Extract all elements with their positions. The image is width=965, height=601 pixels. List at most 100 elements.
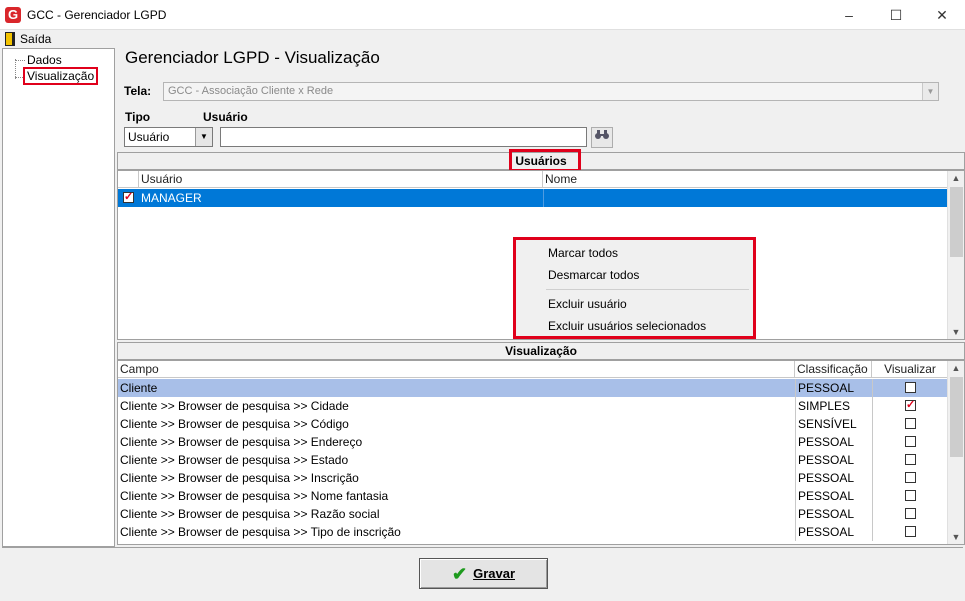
visualizar-cell: ✓ bbox=[872, 397, 948, 415]
table-row[interactable]: ✓ MANAGER bbox=[118, 189, 947, 207]
navigation-tree: Dados Visualização bbox=[2, 48, 115, 547]
visualizar-checkbox[interactable] bbox=[905, 382, 916, 393]
classificacao-cell: PESSOAL bbox=[795, 487, 872, 505]
scroll-up-icon[interactable]: ▲ bbox=[948, 361, 964, 375]
campo-cell: Cliente >> Browser de pesquisa >> Tipo d… bbox=[120, 525, 401, 539]
menu-separator bbox=[546, 289, 749, 290]
visualizar-checkbox[interactable] bbox=[905, 490, 916, 501]
tree-connector bbox=[15, 60, 25, 61]
visualizar-cell bbox=[872, 523, 948, 541]
menu-item-excluir-usuario[interactable]: Excluir usuário bbox=[548, 297, 627, 311]
tree-item-visualizacao[interactable]: Visualização bbox=[22, 67, 99, 85]
scroll-up-icon[interactable]: ▲ bbox=[948, 171, 964, 185]
visualizar-cell bbox=[872, 505, 948, 523]
tela-select: GCC - Associação Cliente x Rede ▼ bbox=[163, 82, 939, 101]
title-bar: G GCC - Gerenciador LGPD – ☐ ✕ bbox=[0, 0, 965, 30]
save-button[interactable]: ✔ Gravar bbox=[419, 558, 548, 589]
tree-connector bbox=[15, 77, 25, 78]
classificacao-cell: PESSOAL bbox=[795, 451, 872, 469]
users-col-check bbox=[118, 171, 139, 188]
menu-item-marcar-todos[interactable]: Marcar todos bbox=[548, 246, 618, 260]
binoculars-search-button[interactable] bbox=[591, 127, 613, 148]
table-row[interactable]: Cliente >> Browser de pesquisa >> Tipo d… bbox=[118, 523, 947, 541]
user-usuario-cell: MANAGER bbox=[141, 191, 202, 205]
tipo-label: Tipo bbox=[125, 110, 151, 124]
visualizar-checkbox[interactable] bbox=[905, 508, 916, 519]
menu-bar bbox=[0, 30, 965, 48]
classificacao-cell: PESSOAL bbox=[795, 505, 872, 523]
view-grid-header: Campo Classificação Visualizar bbox=[118, 361, 948, 378]
scroll-down-icon[interactable]: ▼ bbox=[948, 325, 964, 339]
visualizar-checkbox[interactable] bbox=[905, 526, 916, 537]
row-checkbox[interactable]: ✓ bbox=[123, 192, 134, 203]
view-scrollbar[interactable]: ▲ ▼ bbox=[947, 361, 964, 544]
table-row[interactable]: Cliente >> Browser de pesquisa >> Estado… bbox=[118, 451, 947, 469]
user-nome-cell bbox=[543, 189, 947, 207]
exit-door-icon[interactable] bbox=[5, 32, 15, 46]
check-icon: ✔ bbox=[451, 564, 468, 584]
view-col-campo[interactable]: Campo bbox=[118, 361, 795, 378]
view-grid[interactable]: Campo Classificação Visualizar Cliente PE… bbox=[117, 360, 965, 545]
campo-cell: Cliente >> Browser de pesquisa >> Cidade bbox=[120, 399, 349, 413]
visualizar-cell bbox=[872, 433, 948, 451]
close-button[interactable]: ✕ bbox=[919, 0, 965, 30]
binoculars-icon bbox=[595, 130, 609, 139]
table-row[interactable]: Cliente PESSOAL bbox=[118, 379, 947, 397]
chevron-down-icon[interactable]: ▼ bbox=[195, 128, 212, 146]
campo-cell: Cliente >> Browser de pesquisa >> Estado bbox=[120, 453, 349, 467]
menu-item-excluir-selecionados[interactable]: Excluir usuários selecionados bbox=[548, 319, 706, 333]
users-col-nome[interactable]: Nome bbox=[543, 171, 948, 188]
minimize-button[interactable]: – bbox=[826, 0, 872, 30]
scroll-thumb[interactable] bbox=[950, 377, 963, 457]
view-col-classificacao[interactable]: Classificação bbox=[795, 361, 872, 378]
tela-label: Tela: bbox=[124, 84, 152, 98]
classificacao-cell: PESSOAL bbox=[795, 523, 872, 541]
tree-connector bbox=[15, 59, 16, 79]
campo-cell: Cliente >> Browser de pesquisa >> Razão … bbox=[120, 507, 380, 521]
classificacao-cell: PESSOAL bbox=[795, 469, 872, 487]
visualizar-cell bbox=[872, 415, 948, 433]
tree-item-dados[interactable]: Dados bbox=[25, 53, 64, 67]
app-logo-icon: G bbox=[5, 7, 21, 23]
visualizar-checkbox[interactable] bbox=[905, 436, 916, 447]
visualizar-checkbox[interactable]: ✓ bbox=[905, 400, 916, 411]
view-section-title: Visualização bbox=[505, 344, 577, 358]
table-row[interactable]: Cliente >> Browser de pesquisa >> Cidade… bbox=[118, 397, 947, 415]
table-row[interactable]: Cliente >> Browser de pesquisa >> Código… bbox=[118, 415, 947, 433]
table-row[interactable]: Cliente >> Browser de pesquisa >> Razão … bbox=[118, 505, 947, 523]
users-header-highlight bbox=[509, 149, 581, 172]
tipo-value: Usuário bbox=[128, 130, 170, 144]
scroll-down-icon[interactable]: ▼ bbox=[948, 530, 964, 544]
table-row[interactable]: Cliente >> Browser de pesquisa >> Inscri… bbox=[118, 469, 947, 487]
campo-cell: Cliente >> Browser de pesquisa >> Nome f… bbox=[120, 489, 389, 503]
visualizar-checkbox[interactable] bbox=[905, 472, 916, 483]
scroll-thumb[interactable] bbox=[950, 187, 963, 257]
view-section-header: Visualização bbox=[117, 342, 965, 360]
visualizar-cell bbox=[872, 469, 948, 487]
classificacao-cell: SENSÍVEL bbox=[795, 415, 872, 433]
tipo-select[interactable]: Usuário ▼ bbox=[124, 127, 213, 147]
usuario-input[interactable] bbox=[220, 127, 587, 147]
menu-exit[interactable]: Saída bbox=[20, 32, 51, 46]
campo-cell: Cliente bbox=[120, 381, 158, 395]
table-row[interactable]: Cliente >> Browser de pesquisa >> Endere… bbox=[118, 433, 947, 451]
users-scrollbar[interactable]: ▲ ▼ bbox=[947, 171, 964, 339]
visualizar-cell bbox=[872, 487, 948, 505]
maximize-button[interactable]: ☐ bbox=[873, 0, 919, 30]
visualizar-cell bbox=[872, 379, 948, 397]
users-grid-header: Usuário Nome bbox=[118, 171, 948, 188]
visualizar-checkbox[interactable] bbox=[905, 418, 916, 429]
usuario-label: Usuário bbox=[203, 110, 248, 124]
users-col-usuario[interactable]: Usuário bbox=[139, 171, 543, 188]
context-menu: Marcar todos Desmarcar todos Excluir usu… bbox=[513, 237, 756, 339]
menu-item-desmarcar-todos[interactable]: Desmarcar todos bbox=[548, 268, 639, 282]
save-button-label: Gravar bbox=[473, 566, 515, 581]
view-col-visualizar[interactable]: Visualizar bbox=[872, 361, 948, 378]
window-title: GCC - Gerenciador LGPD bbox=[27, 8, 167, 22]
campo-cell: Cliente >> Browser de pesquisa >> Endere… bbox=[120, 435, 363, 449]
visualizar-checkbox[interactable] bbox=[905, 454, 916, 465]
table-row[interactable]: Cliente >> Browser de pesquisa >> Nome f… bbox=[118, 487, 947, 505]
classificacao-cell: PESSOAL bbox=[795, 433, 872, 451]
page-title: Gerenciador LGPD - Visualização bbox=[125, 48, 380, 67]
tela-value: GCC - Associação Cliente x Rede bbox=[168, 85, 334, 97]
